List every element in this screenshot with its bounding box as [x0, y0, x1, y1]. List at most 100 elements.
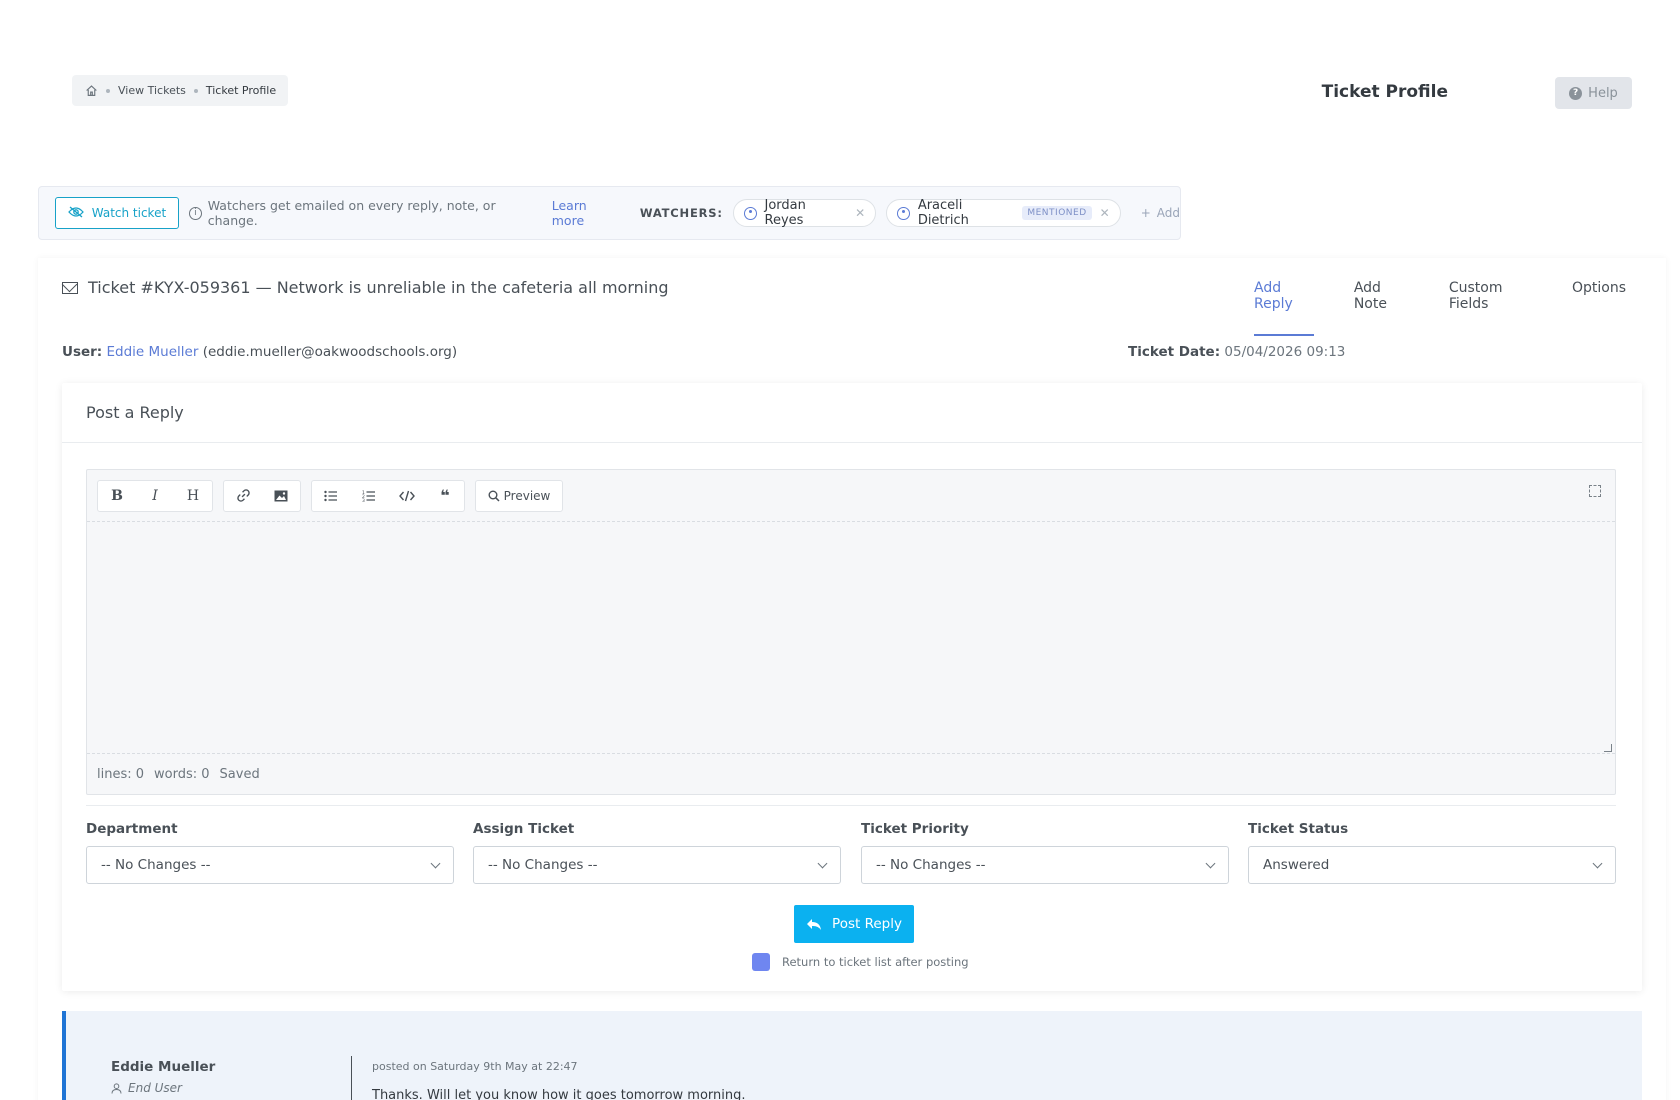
breadcrumb: View Tickets Ticket Profile: [72, 75, 289, 106]
reply-icon: [807, 918, 822, 930]
ticket-priority-label: Ticket Priority: [861, 821, 969, 837]
assign-ticket-field: Assign Ticket -- No Changes --: [473, 821, 841, 884]
breadcrumb-view-tickets[interactable]: View Tickets: [118, 84, 186, 97]
watchers-bar: Watch ticket i Watchers get emailed on e…: [38, 186, 1181, 240]
preview-button[interactable]: Preview: [476, 481, 562, 511]
watcher-name: Jordan Reyes: [764, 198, 806, 228]
return-to-list-checkbox[interactable]: [752, 953, 770, 971]
remove-watcher-icon[interactable]: ✕: [1100, 206, 1110, 220]
link-icon[interactable]: [224, 481, 262, 511]
user-icon: [743, 206, 757, 220]
bullet-list-icon[interactable]: [312, 481, 350, 511]
breadcrumb-ticket-profile: Ticket Profile: [205, 84, 277, 97]
reply-editor: B I H 123 ❝ Preview lines: 0 words: 0 Sa…: [86, 469, 1616, 795]
remove-watcher-icon[interactable]: ✕: [855, 206, 865, 220]
eye-slash-icon: [67, 206, 84, 221]
chevron-down-icon: [1592, 858, 1603, 868]
envelope-icon: [62, 281, 78, 294]
tab-add-note[interactable]: Add Note: [1354, 280, 1409, 336]
return-to-list-option: Return to ticket list after posting: [752, 953, 969, 971]
ticket-priority-select[interactable]: -- No Changes --: [861, 846, 1229, 884]
department-select[interactable]: -- No Changes --: [86, 846, 454, 884]
search-icon: [488, 490, 500, 502]
return-to-list-label: Return to ticket list after posting: [782, 955, 969, 969]
ticket-title: Ticket #KYX-059361 — Network is unreliab…: [62, 278, 669, 297]
ticket-status-field: Ticket Status Answered: [1248, 821, 1616, 884]
chevron-down-icon: [430, 858, 441, 868]
home-icon[interactable]: [84, 84, 98, 98]
ticket-tabs: Add Reply Add Note Custom Fields Options: [1254, 280, 1666, 336]
image-icon[interactable]: [262, 481, 300, 511]
tab-options[interactable]: Options: [1572, 280, 1626, 336]
ticket-status-label: Ticket Status: [1248, 821, 1349, 837]
assign-ticket-value: -- No Changes --: [488, 857, 598, 873]
entry-role-label: End User: [128, 1081, 182, 1095]
resize-handle-icon[interactable]: [1604, 744, 1612, 752]
user-icon: [897, 206, 910, 220]
chevron-down-icon: [1205, 858, 1216, 868]
reply-entry: Eddie Mueller End User posted on Saturda…: [62, 1011, 1642, 1100]
department-label: Department: [86, 821, 178, 837]
autosave-status: Saved: [219, 766, 260, 782]
ticket-status-select[interactable]: Answered: [1248, 846, 1616, 884]
entry-timestamp: posted on Saturday 9th May at 22:47: [372, 1060, 578, 1073]
department-value: -- No Changes --: [101, 857, 211, 873]
ticket-status-value: Answered: [1263, 857, 1330, 873]
plus-icon: +: [1140, 206, 1151, 220]
entry-divider: [351, 1056, 352, 1100]
user-icon: [111, 1082, 122, 1094]
ticket-date-label: Ticket Date:: [1128, 344, 1221, 360]
help-button[interactable]: ? Help: [1555, 77, 1632, 109]
watcher-chip[interactable]: Araceli Dietrich MENTIONED ✕: [886, 198, 1121, 228]
add-watcher-button[interactable]: + Add: [1141, 206, 1180, 220]
tab-add-reply[interactable]: Add Reply: [1254, 280, 1314, 336]
add-watcher-label: Add: [1156, 206, 1180, 220]
page-title: Ticket Profile: [1321, 82, 1448, 102]
user-email: (eddie.mueller@oakwoodschools.org): [202, 344, 458, 360]
ticket-priority-field: Ticket Priority -- No Changes --: [861, 821, 1229, 884]
entry-role: End User: [111, 1081, 182, 1095]
info-icon: i: [188, 206, 202, 220]
department-field: Department -- No Changes --: [86, 821, 454, 884]
chevron-down-icon: [817, 858, 828, 868]
numbered-list-icon[interactable]: 123: [350, 481, 388, 511]
ticket-title-text: Ticket #KYX-059361 — Network is unreliab…: [88, 278, 669, 297]
ticket-date: Ticket Date: 05/04/2026 09:13: [1128, 344, 1345, 360]
post-reply-button[interactable]: Post Reply: [794, 905, 914, 943]
help-label: Help: [1588, 85, 1618, 101]
tab-custom-fields[interactable]: Custom Fields: [1449, 280, 1532, 336]
line-count: lines: 0: [97, 766, 145, 782]
svg-text:3: 3: [362, 498, 365, 502]
watchers-label: WATCHERS:: [639, 206, 723, 220]
fullscreen-icon[interactable]: [1589, 485, 1601, 497]
watch-ticket-button[interactable]: Watch ticket: [55, 197, 179, 229]
help-icon: ?: [1569, 86, 1583, 100]
watchers-info: i Watchers get emailed on every reply, n…: [188, 198, 544, 228]
bold-icon[interactable]: B: [98, 481, 136, 511]
word-count: words: 0: [154, 766, 210, 782]
post-reply-panel: Post a Reply B I H 1 2 3 ❝ Preview lines…: [62, 383, 1642, 991]
editor-toolbar: B I H 123 ❝ Preview: [87, 470, 1615, 522]
heading-icon[interactable]: H: [174, 481, 212, 511]
user-label: User:: [62, 344, 103, 360]
reply-textarea[interactable]: [87, 522, 1615, 754]
entry-author: Eddie Mueller: [111, 1059, 216, 1075]
ticket-user: User: Eddie Mueller (eddie.mueller@oakwo…: [62, 344, 457, 360]
code-icon[interactable]: [388, 481, 426, 511]
watch-ticket-label: Watch ticket: [91, 206, 167, 220]
italic-icon[interactable]: I: [136, 481, 174, 511]
user-name-link[interactable]: Eddie Mueller: [107, 344, 199, 360]
breadcrumb-separator: [193, 88, 198, 93]
watchers-info-text: Watchers get emailed on every reply, not…: [207, 198, 496, 228]
editor-status-bar: lines: 0 words: 0 Saved: [87, 754, 1615, 794]
learn-more-link[interactable]: Learn more: [552, 198, 622, 228]
breadcrumb-separator: [106, 88, 110, 93]
ticket-date-value: 05/04/2026 09:13: [1224, 344, 1346, 360]
quote-icon[interactable]: ❝: [426, 481, 464, 511]
watcher-chip[interactable]: Jordan Reyes ✕: [732, 198, 877, 228]
preview-label: Preview: [503, 488, 551, 503]
watcher-name: Araceli Dietrich: [917, 198, 969, 228]
ticket-card: Ticket #KYX-059361 — Network is unreliab…: [38, 258, 1666, 1100]
post-reply-heading: Post a Reply: [62, 383, 1642, 443]
assign-ticket-select[interactable]: -- No Changes --: [473, 846, 841, 884]
